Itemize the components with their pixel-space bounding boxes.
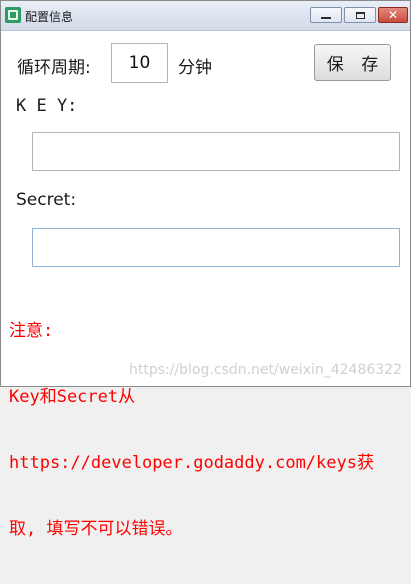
- close-icon: ✕: [387, 8, 399, 22]
- window-title: 配置信息: [25, 10, 74, 24]
- cycle-period-input[interactable]: 10: [111, 43, 168, 83]
- maximize-icon: [345, 8, 375, 22]
- secret-label: Secret:: [16, 190, 77, 210]
- app-icon: [5, 7, 21, 23]
- secret-input[interactable]: [32, 228, 400, 267]
- notice-text: 注意: Key和Secret从 https://developer.godadd…: [9, 276, 409, 584]
- key-label: K E Y:: [16, 96, 78, 116]
- notice-line-1: 注意:: [9, 321, 54, 341]
- minimize-button[interactable]: [310, 7, 342, 23]
- watermark: https://blog.csdn.net/weixin_42486322: [128, 362, 402, 378]
- minimize-icon: [311, 8, 341, 22]
- key-input[interactable]: [32, 132, 400, 171]
- config-window: 配置信息 ✕ 循环周期: 10 分钟 保 存 K E Y: Secret: 注意…: [0, 0, 411, 539]
- notice-line-2: Key和Secret从: [9, 387, 136, 407]
- maximize-button[interactable]: [344, 7, 376, 23]
- minute-unit-label: 分钟: [178, 58, 212, 78]
- save-button[interactable]: 保 存: [314, 44, 391, 81]
- cycle-period-label: 循环周期:: [17, 58, 91, 78]
- notice-line-3: https://developer.godaddy.com/keys获: [9, 453, 374, 473]
- title-bar: 配置信息 ✕: [1, 1, 410, 31]
- close-button[interactable]: ✕: [378, 7, 408, 23]
- notice-line-4: 取, 填写不可以错误。: [9, 519, 183, 539]
